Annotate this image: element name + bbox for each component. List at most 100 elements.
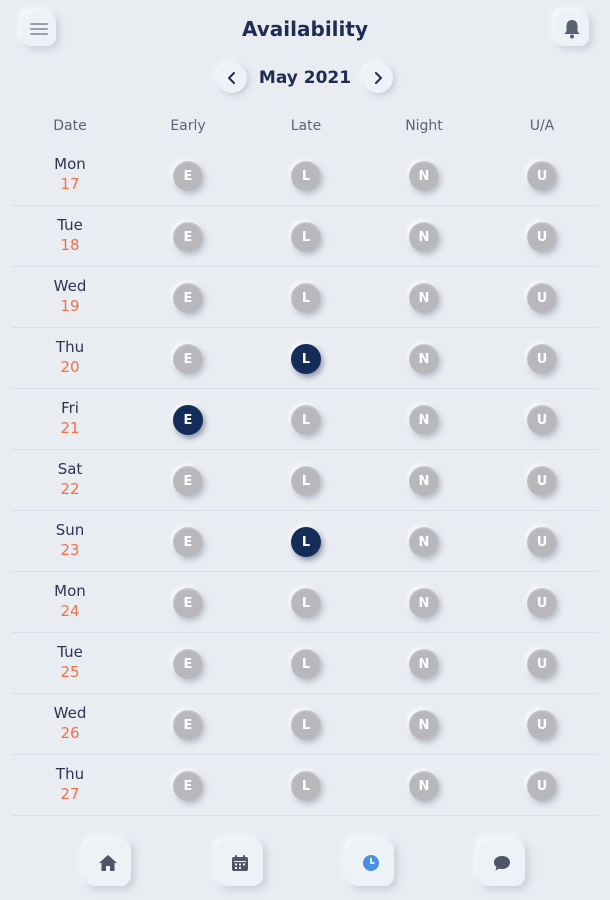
date-number: 21	[60, 419, 80, 437]
shift-toggle-unavailable[interactable]: U	[527, 161, 557, 191]
date-cell: Fri 21	[12, 398, 128, 438]
shift-toggle-early[interactable]: E	[173, 405, 203, 435]
date-cell: Sun 23	[12, 520, 128, 560]
shift-toggle-early[interactable]: E	[173, 710, 203, 740]
shift-toggle-early[interactable]: E	[173, 161, 203, 191]
shift-toggle-unavailable[interactable]: U	[527, 344, 557, 374]
shift-toggle-night[interactable]: N	[409, 527, 439, 557]
table-row: Mon 17 E L N U	[12, 145, 598, 206]
chat-icon	[494, 856, 510, 871]
nav-availability-button[interactable]	[348, 840, 394, 886]
notifications-button[interactable]	[555, 12, 589, 46]
shift-toggle-night[interactable]: N	[409, 283, 439, 313]
shift-toggle-night[interactable]: N	[409, 405, 439, 435]
date-cell: Sat 22	[12, 459, 128, 499]
column-header-late: Late	[290, 118, 322, 134]
table-header: Date Early Late Night U/A	[0, 118, 610, 138]
date-number: 22	[60, 480, 80, 498]
shift-toggle-late[interactable]: L	[291, 405, 321, 435]
shift-toggle-late[interactable]: L	[291, 527, 321, 557]
availability-table: Mon 17 E L N U Tue 18 E L N U Wed 19 E L N U Thu 20 E L N U Fri 2…	[0, 145, 610, 816]
shift-toggle-early[interactable]: E	[173, 588, 203, 618]
shift-toggle-late[interactable]: L	[291, 283, 321, 313]
shift-toggle-night[interactable]: N	[409, 710, 439, 740]
nav-calendar-button[interactable]	[217, 840, 263, 886]
date-cell: Wed 19	[12, 276, 128, 316]
date-number: 17	[60, 175, 80, 193]
date-cell: Mon 17	[12, 154, 128, 194]
shift-toggle-unavailable[interactable]: U	[527, 527, 557, 557]
date-number: 24	[60, 602, 80, 620]
date-number: 18	[60, 236, 80, 254]
weekday-label: Wed	[53, 704, 87, 722]
weekday-label: Tue	[57, 643, 83, 661]
shift-toggle-unavailable[interactable]: U	[527, 222, 557, 252]
table-row: Thu 20 E L N U	[12, 328, 598, 389]
shift-toggle-early[interactable]: E	[173, 283, 203, 313]
weekday-label: Mon	[54, 155, 86, 173]
shift-toggle-unavailable[interactable]: U	[527, 283, 557, 313]
table-row: Mon 24 E L N U	[12, 572, 598, 633]
shift-toggle-late[interactable]: L	[291, 649, 321, 679]
weekday-label: Tue	[57, 216, 83, 234]
shift-toggle-unavailable[interactable]: U	[527, 710, 557, 740]
calendar-icon	[232, 855, 248, 871]
nav-messages-button[interactable]	[479, 840, 525, 886]
table-row: Tue 25 E L N U	[12, 633, 598, 694]
column-header-early: Early	[170, 118, 206, 134]
next-month-button[interactable]	[363, 63, 394, 93]
shift-toggle-night[interactable]: N	[409, 771, 439, 801]
table-row: Sun 23 E L N U	[12, 511, 598, 572]
date-cell: Thu 27	[12, 764, 128, 804]
date-cell: Mon 24	[12, 581, 128, 621]
date-number: 26	[60, 724, 80, 742]
shift-toggle-late[interactable]: L	[291, 222, 321, 252]
shift-toggle-late[interactable]: L	[291, 466, 321, 496]
bottom-navigation	[0, 840, 610, 888]
shift-toggle-late[interactable]: L	[291, 771, 321, 801]
previous-month-button[interactable]	[216, 63, 247, 93]
shift-toggle-night[interactable]: N	[409, 649, 439, 679]
shift-toggle-night[interactable]: N	[409, 344, 439, 374]
shift-toggle-unavailable[interactable]: U	[527, 405, 557, 435]
weekday-label: Wed	[53, 277, 87, 295]
shift-toggle-late[interactable]: L	[291, 161, 321, 191]
shift-toggle-early[interactable]: E	[173, 344, 203, 374]
nav-home-button[interactable]	[85, 840, 131, 886]
shift-toggle-night[interactable]: N	[409, 222, 439, 252]
date-cell: Tue 25	[12, 642, 128, 682]
chevron-right-icon	[375, 72, 383, 84]
table-row: Thu 27 E L N U	[12, 755, 598, 816]
clock-icon	[363, 855, 379, 871]
table-row: Wed 26 E L N U	[12, 694, 598, 755]
shift-toggle-late[interactable]: L	[291, 588, 321, 618]
shift-toggle-night[interactable]: N	[409, 161, 439, 191]
table-row: Fri 21 E L N U	[12, 389, 598, 450]
weekday-label: Sat	[57, 460, 83, 478]
shift-toggle-early[interactable]: E	[173, 771, 203, 801]
shift-toggle-early[interactable]: E	[173, 466, 203, 496]
shift-toggle-early[interactable]: E	[173, 527, 203, 557]
home-icon	[99, 855, 117, 871]
weekday-label: Mon	[54, 582, 86, 600]
date-number: 27	[60, 785, 80, 803]
date-cell: Tue 18	[12, 215, 128, 255]
weekday-label: Sun	[55, 521, 85, 539]
shift-toggle-unavailable[interactable]: U	[527, 588, 557, 618]
shift-toggle-unavailable[interactable]: U	[527, 466, 557, 496]
shift-toggle-late[interactable]: L	[291, 344, 321, 374]
shift-toggle-early[interactable]: E	[173, 649, 203, 679]
shift-toggle-early[interactable]: E	[173, 222, 203, 252]
weekday-label: Thu	[55, 338, 85, 356]
date-number: 19	[60, 297, 80, 315]
shift-toggle-late[interactable]: L	[291, 710, 321, 740]
column-header-date: Date	[53, 118, 87, 134]
month-label: May 2021	[258, 68, 352, 88]
shift-toggle-unavailable[interactable]: U	[527, 649, 557, 679]
shift-toggle-unavailable[interactable]: U	[527, 771, 557, 801]
column-header-unavailable: U/A	[529, 118, 555, 134]
date-number: 25	[60, 663, 80, 681]
page-title: Availability	[242, 17, 368, 41]
shift-toggle-night[interactable]: N	[409, 588, 439, 618]
shift-toggle-night[interactable]: N	[409, 466, 439, 496]
